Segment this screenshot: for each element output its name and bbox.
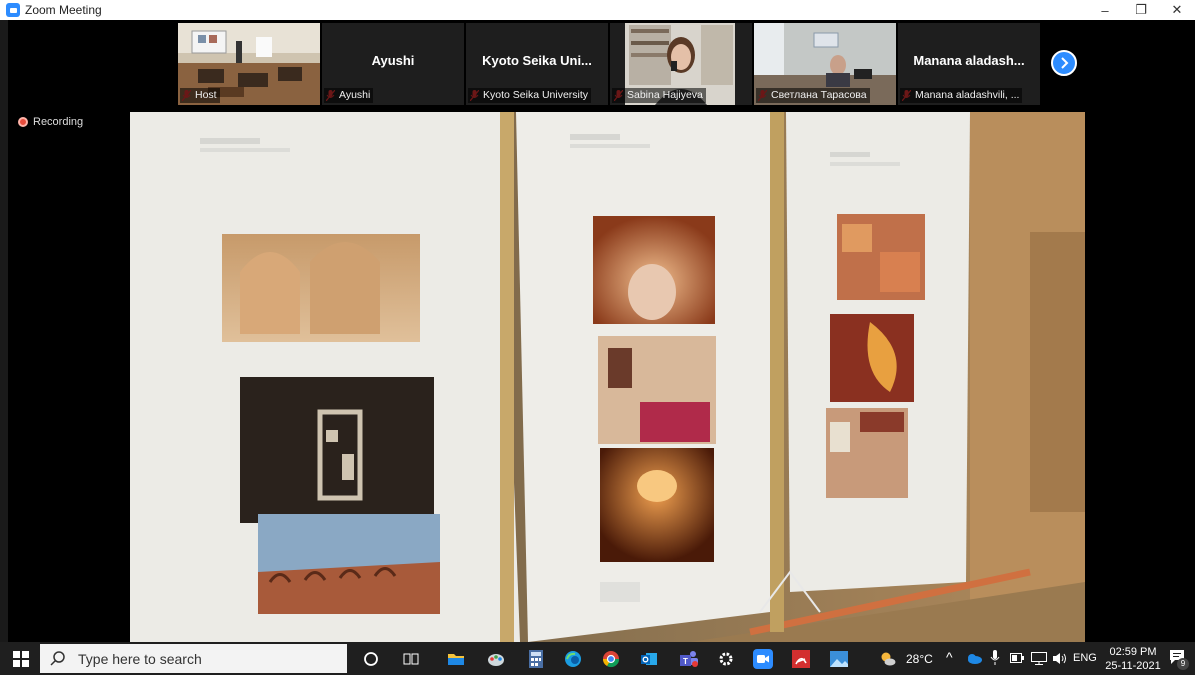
outlook-button[interactable] — [636, 646, 661, 671]
photos-button[interactable] — [826, 646, 851, 671]
calculator-button[interactable] — [523, 646, 548, 671]
settings-button[interactable] — [713, 646, 738, 671]
zoom-icon — [752, 648, 773, 669]
weather-icon[interactable] — [880, 651, 896, 667]
outlook-icon — [640, 652, 657, 665]
minimize-button[interactable]: – — [1087, 0, 1123, 20]
title-bar: Zoom Meeting – ❐ ✕ — [0, 0, 1195, 20]
search-input[interactable] — [78, 650, 338, 667]
photos-icon — [829, 650, 848, 667]
next-participants-button[interactable] — [1051, 50, 1077, 76]
clock-date: 25-11-2021 — [1105, 660, 1161, 672]
file-explorer-button[interactable] — [443, 646, 468, 671]
svg-text:T: T — [683, 657, 688, 666]
clock-time: 02:59 PM — [1109, 646, 1157, 658]
onedrive-icon[interactable] — [966, 653, 982, 664]
acrobat-button[interactable] — [788, 646, 813, 671]
exhibition-panels-image — [130, 112, 1085, 642]
participant-tile-svetlana[interactable]: Светлана Тарасова — [754, 23, 896, 105]
participant-tile-ayushi[interactable]: Ayushi Ayushi — [322, 23, 464, 105]
calculator-icon — [528, 649, 543, 668]
participant-label: Sabina Hajiyeva — [612, 88, 706, 103]
participant-tile-manana[interactable]: Manana aladash... Manana aladashvili, ..… — [898, 23, 1040, 105]
participant-label: Kyoto Seika University — [468, 88, 592, 103]
language-indicator[interactable]: ENG — [1073, 652, 1097, 664]
weather-temperature[interactable]: 28°C — [906, 652, 933, 666]
recording-label: Recording — [33, 116, 84, 128]
edge-icon — [564, 650, 581, 667]
recording-indicator[interactable]: Recording — [18, 116, 83, 128]
task-view-icon — [403, 653, 418, 664]
chevron-right-icon — [1061, 57, 1069, 69]
participant-label: Ayushi — [324, 88, 374, 103]
network-icon[interactable] — [1031, 652, 1047, 665]
main-video-feed — [130, 112, 1085, 642]
cortana-icon — [363, 651, 378, 666]
gear-icon — [719, 652, 732, 665]
battery-icon[interactable] — [1010, 653, 1024, 663]
volume-icon[interactable] — [1052, 652, 1068, 665]
zoom-app-icon — [6, 3, 20, 17]
start-button[interactable] — [8, 646, 33, 671]
taskbar-search-box[interactable] — [40, 644, 347, 673]
chrome-icon — [602, 650, 619, 667]
task-view-button[interactable] — [398, 646, 423, 671]
participant-tile-kyoto-seika[interactable]: Kyoto Seika Uni... Kyoto Seika Universit… — [466, 23, 608, 105]
edge-button[interactable] — [560, 646, 585, 671]
zoom-taskbar-button[interactable] — [750, 646, 775, 671]
paint-button[interactable] — [483, 646, 508, 671]
windows-taskbar: T 28°C ^ ENG 02:59 PM 25-11-2021 9 — [0, 642, 1195, 675]
teams-icon: T — [679, 650, 698, 667]
participant-name: Ayushi — [371, 53, 415, 68]
participant-label: Manana aladashvili, ... — [900, 88, 1023, 103]
participant-label: Host — [180, 88, 220, 103]
notification-count-badge: 9 — [1177, 658, 1189, 670]
window-title: Zoom Meeting — [25, 3, 102, 17]
teams-button[interactable]: T — [676, 646, 701, 671]
participant-label: Светлана Тарасова — [756, 88, 870, 103]
close-button[interactable]: ✕ — [1159, 0, 1195, 20]
paint-icon — [487, 653, 504, 666]
participant-name: Manana aladash... — [913, 53, 1025, 68]
participant-name: Kyoto Seika Uni... — [482, 53, 592, 68]
cortana-button[interactable] — [358, 646, 383, 671]
acrobat-icon — [791, 649, 810, 668]
notifications-button[interactable]: 9 — [1168, 648, 1190, 670]
meeting-area: Host Ayushi Ayushi Kyoto Seika Uni... Ky… — [8, 20, 1195, 642]
restore-button[interactable]: ❐ — [1123, 0, 1159, 20]
chrome-button[interactable] — [598, 646, 623, 671]
participant-tile-host[interactable]: Host — [178, 23, 320, 105]
participant-strip: Host Ayushi Ayushi Kyoto Seika Uni... Ky… — [178, 23, 1040, 105]
recording-icon — [18, 117, 28, 127]
file-explorer-icon — [447, 653, 464, 665]
clock[interactable]: 02:59 PM 25-11-2021 — [1105, 645, 1161, 673]
search-icon — [50, 650, 65, 666]
microphone-icon[interactable] — [990, 650, 1000, 666]
participant-tile-sabina[interactable]: Sabina Hajiyeva — [610, 23, 752, 105]
windows-logo-icon — [12, 650, 29, 667]
chevron-up-icon[interactable]: ^ — [946, 649, 953, 665]
